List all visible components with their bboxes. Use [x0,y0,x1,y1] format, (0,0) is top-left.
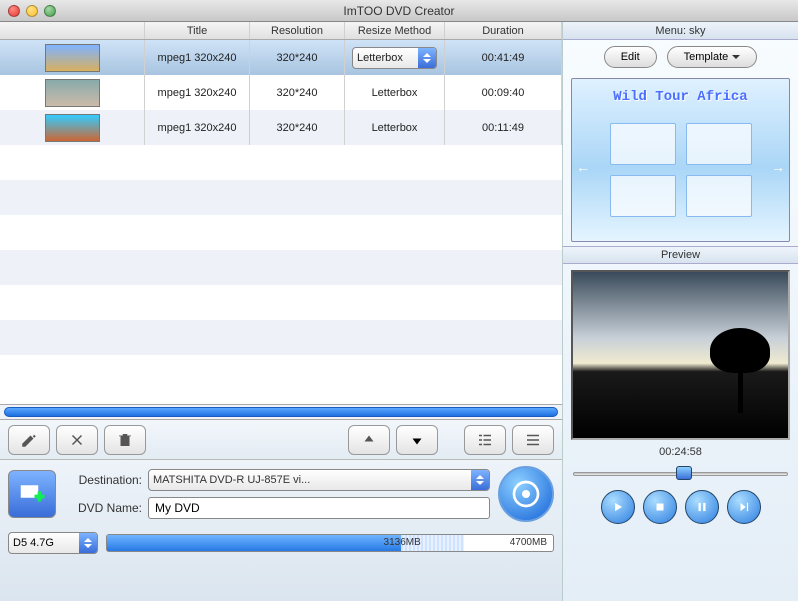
preview-seek-slider[interactable] [573,464,788,482]
disc-capacity-combo[interactable]: D5 4.7G [8,532,98,554]
cell-title: mpeg1 320x240 [145,110,250,145]
menu-thumbnail [610,123,676,165]
capacity-bar: 3136MB 4700MB [106,534,554,552]
video-thumbnail [45,44,100,72]
cell-duration: 00:11:49 [445,110,562,145]
delete-item-button[interactable] [104,425,146,455]
menu-prev-icon[interactable]: ← [576,159,590,175]
table-row[interactable]: mpeg1 320x240 320*240 Letterbox 00:09:40 [0,75,562,110]
preview-header: Preview [563,246,798,264]
cell-duration: 00:41:49 [445,40,562,75]
table-row[interactable]: mpeg1 320x240 320*240 Letterbox 00:41:49 [0,40,562,75]
menu-template-button[interactable]: Template [667,46,758,68]
preview-time: 00:24:58 [563,446,798,464]
stepper-icon [79,533,97,553]
burn-button[interactable] [498,466,554,522]
list-header: Title Resolution Resize Method Duration [0,22,562,40]
chevron-down-icon [732,55,740,63]
view-list-button[interactable] [512,425,554,455]
add-video-button[interactable] [8,470,56,518]
video-thumbnail [45,114,100,142]
cell-title: mpeg1 320x240 [145,40,250,75]
stepper-icon [418,48,436,68]
cell-resolution: 320*240 [250,75,345,110]
video-preview [571,270,790,440]
capacity-used: 3136MB [384,537,421,548]
cell-title: mpeg1 320x240 [145,75,250,110]
col-resolution[interactable]: Resolution [250,22,345,39]
video-thumbnail [45,79,100,107]
edit-item-button[interactable] [8,425,50,455]
menu-title: Wild Tour Africa [572,89,789,105]
menu-preview: Wild Tour Africa ← → [571,78,790,242]
next-frame-button[interactable] [727,490,761,524]
cell-resolution: 320*240 [250,40,345,75]
menu-edit-button[interactable]: Edit [604,46,657,68]
cell-method: Letterbox [345,75,445,110]
col-title[interactable]: Title [145,22,250,39]
remove-item-button[interactable] [56,425,98,455]
dvd-name-label: DVD Name: [64,501,142,515]
pause-button[interactable] [685,490,719,524]
stop-button[interactable] [643,490,677,524]
col-duration[interactable]: Duration [445,22,562,39]
stepper-icon [471,470,489,490]
play-button[interactable] [601,490,635,524]
horizontal-scrollbar[interactable] [0,404,562,420]
window-title: ImTOO DVD Creator [0,4,798,18]
cell-duration: 00:09:40 [445,75,562,110]
menu-thumbnail [610,175,676,217]
cell-method: Letterbox [345,110,445,145]
list-toolbar [0,420,562,460]
resize-method-combo[interactable]: Letterbox [352,47,437,69]
cell-resolution: 320*240 [250,110,345,145]
slider-knob[interactable] [676,466,692,480]
menu-next-icon[interactable]: → [771,159,785,175]
col-resize-method[interactable]: Resize Method [345,22,445,39]
dvd-name-input[interactable] [148,497,490,519]
video-list: mpeg1 320x240 320*240 Letterbox 00:41:49… [0,40,562,404]
destination-combo[interactable]: MATSHITA DVD-R UJ-857E vi... [148,469,490,491]
move-up-button[interactable] [348,425,390,455]
table-row[interactable]: mpeg1 320x240 320*240 Letterbox 00:11:49 [0,110,562,145]
title-bar: ImTOO DVD Creator [0,0,798,22]
menu-thumbnail [686,123,752,165]
menu-thumbnail [686,175,752,217]
move-down-button[interactable] [396,425,438,455]
destination-label: Destination: [64,473,142,487]
view-detail-button[interactable] [464,425,506,455]
menu-header: Menu: sky [563,22,798,40]
capacity-total: 4700MB [510,537,547,548]
